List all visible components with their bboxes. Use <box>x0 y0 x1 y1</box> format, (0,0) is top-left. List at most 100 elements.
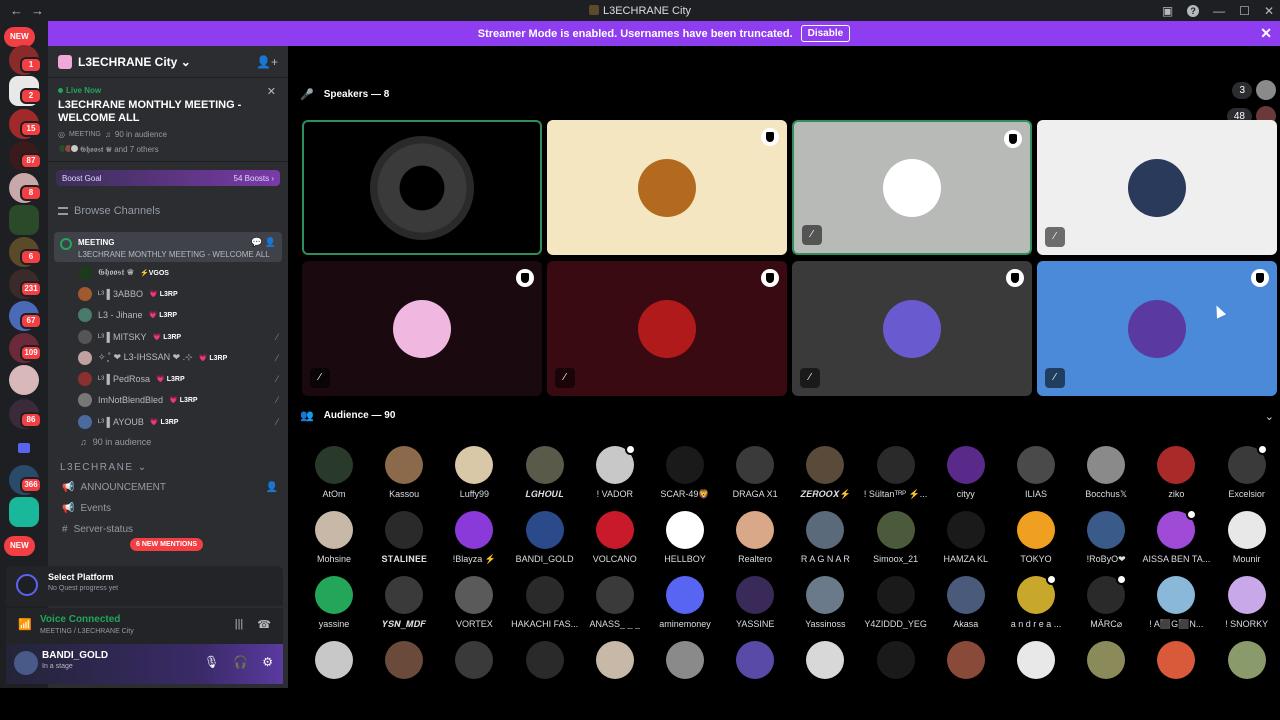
new-mentions-pill[interactable]: 6 NEW MENTIONS <box>130 538 204 551</box>
back-icon[interactable]: ← <box>10 3 23 18</box>
audience-member[interactable]: 𝒀𝑺𝑵_𝑴𝑫𝑭 <box>369 576 439 630</box>
audience-member[interactable]: Bocchus𝕏 <box>1071 446 1141 500</box>
boost-goal-bar[interactable]: Boost Goal 54 Boosts › <box>56 170 280 186</box>
mic-muted-icon[interactable]: 🎙 <box>204 655 219 669</box>
server-icon[interactable] <box>9 365 39 395</box>
speaker-tile[interactable]: ⁄ <box>1037 120 1277 255</box>
disconnect-icon[interactable]: ☎ <box>257 618 271 631</box>
headphones-icon[interactable]: 🎧 <box>233 655 248 669</box>
audience-member[interactable]: aminemoney <box>650 576 720 629</box>
audience-member[interactable]: VORTEX <box>439 576 509 629</box>
audience-member[interactable]: Mounir <box>1212 511 1280 564</box>
close-window-button[interactable]: ✕ <box>1264 4 1274 18</box>
audience-member[interactable]: cityy <box>931 446 1001 499</box>
audience-member[interactable]: TOKYO <box>1001 511 1071 564</box>
stage-channel-meeting[interactable]: MEETING L3ECHRANE MONTHLY MEETING - WELC… <box>54 232 282 262</box>
inbox-icon[interactable]: ▣ <box>1162 4 1173 18</box>
audience-member[interactable] <box>580 641 650 684</box>
channel-events[interactable]: 📢 Events <box>48 498 288 519</box>
audience-member[interactable]: ! SNORKY <box>1212 576 1280 629</box>
audience-member[interactable]: ANASS_ _ _ <box>580 576 650 629</box>
minimize-button[interactable]: — <box>1213 4 1225 18</box>
audience-member[interactable]: Y4ZIDDD_YEG <box>861 576 931 629</box>
audience-member[interactable]: ziko <box>1141 446 1211 499</box>
audience-member[interactable] <box>510 641 580 684</box>
audience-member[interactable]: BANDI_GOLD <box>510 511 580 564</box>
audience-member[interactable]: Excelsior <box>1212 444 1280 499</box>
stage-member[interactable]: 𝕲𝖍𝖔𝖔𝖘𝖙 ♛ ⚡VGOS <box>48 262 288 283</box>
audience-member[interactable] <box>931 641 1001 684</box>
audience-member[interactable]: R A G N A R <box>790 511 860 564</box>
audience-member[interactable] <box>720 641 790 684</box>
guild-header[interactable]: L3ECHRANE City ⌄ 👤+ <box>48 46 288 78</box>
new-unreads-pill[interactable]: NEW <box>4 536 35 556</box>
category-header[interactable]: L3ECHRANE ⌄ <box>60 462 276 473</box>
chat-icon[interactable]: 💬 👤 <box>251 237 276 248</box>
audience-member[interactable]: 𝒁𝑬𝑹𝑶𝑶𝑿⚡️ <box>790 446 860 500</box>
audience-member[interactable]: YASSINE <box>720 576 790 629</box>
speaker-tile[interactable] <box>302 120 542 255</box>
quest-panel[interactable]: Select Platform No Quest progress yet <box>6 566 283 606</box>
audience-member[interactable] <box>369 641 439 684</box>
new-unreads-pill[interactable]: NEW <box>4 27 35 47</box>
speaker-tile[interactable] <box>547 120 787 255</box>
audience-member[interactable]: Mohsine <box>299 511 369 564</box>
audience-member[interactable]: ! VADOR <box>580 444 650 499</box>
server-icon[interactable] <box>9 205 39 235</box>
add-member-icon[interactable]: 👤 <box>266 482 278 493</box>
audience-member[interactable]: HAMZA KL <box>931 511 1001 564</box>
audience-member[interactable] <box>1001 641 1071 684</box>
audience-member[interactable]: DRAGA X1 <box>720 446 790 499</box>
audience-member[interactable]: yassine <box>299 576 369 629</box>
disable-streamer-button[interactable]: Disable <box>800 25 851 42</box>
audience-member[interactable] <box>790 641 860 684</box>
server-icon[interactable] <box>9 497 39 527</box>
audience-member[interactable] <box>650 641 720 684</box>
soundboard-icon[interactable]: ||| <box>235 618 244 631</box>
audience-member[interactable] <box>299 641 369 684</box>
stage-member[interactable]: L3 - Jihane 💗 L3RP <box>48 305 288 326</box>
audience-member[interactable]: ILIAS <box>1001 446 1071 499</box>
audience-member[interactable]: Simoox_21 <box>861 511 931 564</box>
audience-member[interactable] <box>861 641 931 684</box>
audience-member[interactable]: SCAR-49🦁 <box>650 446 720 500</box>
audience-member[interactable]: Luffy99 <box>439 446 509 499</box>
audience-member[interactable]: ! Sültanᵀᴿᴾ ⚡... <box>861 446 931 500</box>
audience-member[interactable] <box>1141 641 1211 684</box>
invite-icon[interactable]: 👤+ <box>256 55 278 69</box>
audience-member[interactable]: !Blayza ⚡ <box>439 511 509 565</box>
audience-member[interactable]: AISSA BEN TA... <box>1141 509 1211 564</box>
audience-member[interactable]: MÄRC⌀ <box>1071 574 1141 630</box>
avatar[interactable] <box>14 651 38 675</box>
folder-icon[interactable] <box>9 433 39 463</box>
settings-gear-icon[interactable]: ⚙ <box>262 655 273 669</box>
audience-member[interactable]: Kassou <box>369 446 439 499</box>
stage-member[interactable]: ᴸ³ ▌MITSKY 💗 L3RP ⁄ <box>48 326 288 347</box>
stage-member[interactable]: ᴸ³ ▌PedRosa 💗 L3RP ⁄ <box>48 368 288 389</box>
stage-member[interactable]: ✧ ̥˚ ❤ L3-IHSSAN ❤ .⊹ 💗 L3RP ⁄ <box>48 347 288 368</box>
speaker-tile[interactable]: ⁄ <box>792 261 1032 396</box>
live-stage-card[interactable]: Live Now L3ECHRANE MONTHLY MEETING - WEL… <box>48 78 288 162</box>
count-badge[interactable]: 3 <box>1232 81 1252 99</box>
chevron-down-icon[interactable]: ⌄ <box>1265 410 1274 423</box>
maximize-button[interactable]: ☐ <box>1239 4 1250 18</box>
audience-member[interactable]: VOLCANO <box>580 511 650 564</box>
audience-member[interactable]: HAKACHI FAS... <box>510 576 580 629</box>
audience-member[interactable]: ! A⬛G⬛N... <box>1141 576 1211 630</box>
stage-member[interactable]: ᴸ³ ▌AYOUB 💗 L3RP ⁄ <box>48 411 288 432</box>
forward-icon[interactable]: → <box>31 3 44 18</box>
speaker-tile[interactable]: ⁄ <box>1037 261 1277 396</box>
stage-member[interactable]: ImNotBlendBled 💗 L3RP ⁄ <box>48 390 288 411</box>
browse-channels[interactable]: Browse Channels <box>58 200 278 222</box>
audience-member[interactable]: AtOm <box>299 446 369 499</box>
speaker-tile[interactable]: ⁄ <box>792 120 1032 255</box>
stage-member[interactable]: ᴸ³ ▌3ABBO 💗 L3RP <box>48 283 288 304</box>
channel-announcement[interactable]: 📢 ANNOUNCEMENT 👤 <box>48 477 288 498</box>
speaker-tile[interactable]: ⁄ <box>547 261 787 396</box>
audience-member[interactable]: !RoByO❤ <box>1071 511 1141 565</box>
audience-member[interactable] <box>1071 641 1141 684</box>
dismiss-live-icon[interactable]: ✕ <box>267 85 276 98</box>
audience-member[interactable]: HELLBOY <box>650 511 720 564</box>
audience-member[interactable]: a n d r e a ... <box>1001 574 1071 629</box>
audience-member[interactable] <box>1212 641 1280 684</box>
